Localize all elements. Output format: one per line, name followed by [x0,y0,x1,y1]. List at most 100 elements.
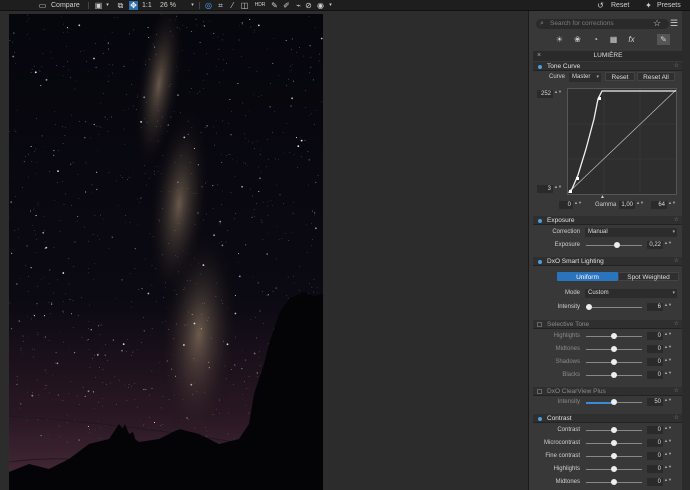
star-icon[interactable]: ☆ [674,320,679,329]
star-icon[interactable]: ☆ [653,18,661,29]
reset-icon[interactable]: ↺ [596,1,605,10]
crop-icon[interactable]: ⌗ [216,1,225,10]
smart-lighting-header[interactable]: DxO Smart Lighting ☆ [533,257,683,266]
exposure-value[interactable]: 0,22 [647,241,663,249]
fit-window-icon[interactable]: ⧉ [116,1,125,10]
selective-tone-row-value[interactable]: 0 [647,358,663,366]
selective-tone-row-slider-knob[interactable] [611,346,617,352]
contrast-row-value[interactable]: 0 [647,426,663,434]
selective-tone-row-slider-knob[interactable] [611,372,617,378]
repair-icon[interactable]: ✐ [282,1,291,10]
contrast-row-slider-knob[interactable] [611,453,617,459]
light-palette-icon[interactable]: ☀ [553,34,566,45]
intensity-value[interactable]: 6 [647,303,663,311]
contrast-row-slider-knob[interactable] [611,440,617,446]
zoom-1to1-button[interactable]: 1:1 [142,0,152,11]
stepper-icon[interactable]: ▲▼ [664,303,672,311]
gamma-value[interactable]: 1,00 [619,201,635,209]
tone-curve-graph[interactable] [567,88,677,195]
stepper-icon[interactable]: ▲▼ [664,371,672,379]
brush-icon[interactable]: ✎ [270,1,279,10]
contrast-header[interactable]: Contrast ☆ [533,414,683,423]
intensity-slider[interactable] [586,307,642,308]
stepper-icon[interactable]: ▲▼ [664,452,672,460]
exposure-slider-knob[interactable] [613,242,620,248]
detail-palette-icon[interactable]: ◔ [589,34,602,45]
menu-icon[interactable]: ☰ [670,18,678,29]
exposure-header[interactable]: Exposure ☆ [533,216,683,225]
stepper-icon[interactable]: ▲▼ [664,398,672,406]
local-adjust-icon[interactable]: ⌁ [294,1,303,10]
stepper-icon[interactable]: ▲▼ [664,478,672,486]
star-icon[interactable]: ☆ [674,257,679,266]
layout-icon[interactable]: ▣ [94,1,103,10]
star-icon[interactable]: ☆ [674,62,679,71]
presets-icon[interactable]: ✦ [644,1,653,10]
gamma-marker-icon[interactable]: ▲ [600,194,605,200]
image-viewer[interactable] [0,11,528,490]
stepper-icon[interactable]: ▲▼ [664,358,672,366]
reset-button[interactable]: Reset [611,0,629,11]
contrast-row-slider-knob[interactable] [611,466,617,472]
geometry-palette-icon[interactable]: ▦ [607,34,620,45]
exposure-correction-select[interactable]: Manual ▾ [585,228,677,237]
stepper-icon[interactable]: ▲▼ [554,90,562,98]
star-icon[interactable]: ☆ [674,414,679,423]
stepper-icon[interactable]: ▲▼ [636,201,644,209]
zoom-dropdown-icon[interactable]: ▾ [188,1,197,10]
enabled-indicator[interactable] [538,219,542,223]
compare-icon[interactable]: ▭ [38,1,47,10]
hdr-icon[interactable]: HDR [254,1,266,10]
intensity-slider-knob[interactable] [586,304,593,310]
stepper-icon[interactable]: ▲▼ [664,439,672,447]
compare-button[interactable]: Compare [51,0,80,11]
white-balance-icon[interactable]: ◎ [204,1,213,10]
curve-channel-select[interactable]: Master ▾ [569,73,601,82]
contrast-row-value[interactable]: 0 [647,439,663,447]
chevron-down-icon[interactable]: ▾ [326,1,335,10]
stepper-icon[interactable]: ▲▼ [664,241,672,249]
stepper-icon[interactable]: ▲▼ [664,465,672,473]
star-icon[interactable]: ☆ [674,387,679,396]
stepper-icon[interactable]: ▲▼ [574,201,582,209]
white-input-value[interactable]: 64 [651,201,667,209]
curve-top-value[interactable]: 252 [537,90,553,98]
enabled-indicator[interactable] [538,65,542,69]
effects-palette-icon[interactable]: fx [625,34,638,45]
selective-tone-row-slider-knob[interactable] [611,333,617,339]
contrast-row-slider-knob[interactable] [611,479,617,485]
contrast-row-value[interactable]: 0 [647,478,663,486]
enable-checkbox[interactable] [537,322,542,327]
move-tool-icon[interactable]: ✥ [129,1,138,10]
stepper-icon[interactable]: ▲▼ [668,201,676,209]
selective-tone-row-value[interactable]: 0 [647,332,663,340]
search-field[interactable]: ⌕ Search for corrections [536,19,669,29]
mode-uniform-button[interactable]: Uniform [557,272,618,281]
eye-icon[interactable]: ◉ [316,1,325,10]
curve-bottom-value[interactable]: 3 [537,185,553,193]
watermark-icon[interactable]: ⊘ [304,1,313,10]
presets-button[interactable]: Presets [657,0,681,11]
straighten-icon[interactable]: ◫ [240,1,249,10]
selective-tone-row-slider-knob[interactable] [611,359,617,365]
curve-reset-button[interactable]: Reset [605,72,635,81]
chevron-down-icon[interactable]: ▾ [103,1,112,10]
selective-tone-header[interactable]: Selective Tone ☆ [533,320,683,329]
selective-tone-row-value[interactable]: 0 [647,371,663,379]
clearview-slider-knob[interactable] [611,399,617,405]
star-icon[interactable]: ☆ [674,216,679,225]
contrast-row-value[interactable]: 0 [647,452,663,460]
local-palette-icon[interactable]: ✎ [657,34,670,45]
enabled-indicator[interactable] [538,260,542,264]
clearview-intensity-value[interactable]: 50 [647,398,663,406]
enabled-indicator[interactable] [538,417,542,421]
contrast-row-value[interactable]: 0 [647,465,663,473]
selective-tone-row-value[interactable]: 0 [647,345,663,353]
panel-scrollbar[interactable] [682,11,690,490]
smart-lighting-mode-select[interactable]: Custom ▾ [585,289,677,298]
black-input-value[interactable]: 0 [559,201,573,209]
mode-spot-weighted-button[interactable]: Spot Weighted [618,272,679,281]
clearview-header[interactable]: DxO ClearView Plus ☆ [533,387,683,396]
stepper-icon[interactable]: ▲▼ [664,345,672,353]
enable-checkbox[interactable] [537,389,542,394]
